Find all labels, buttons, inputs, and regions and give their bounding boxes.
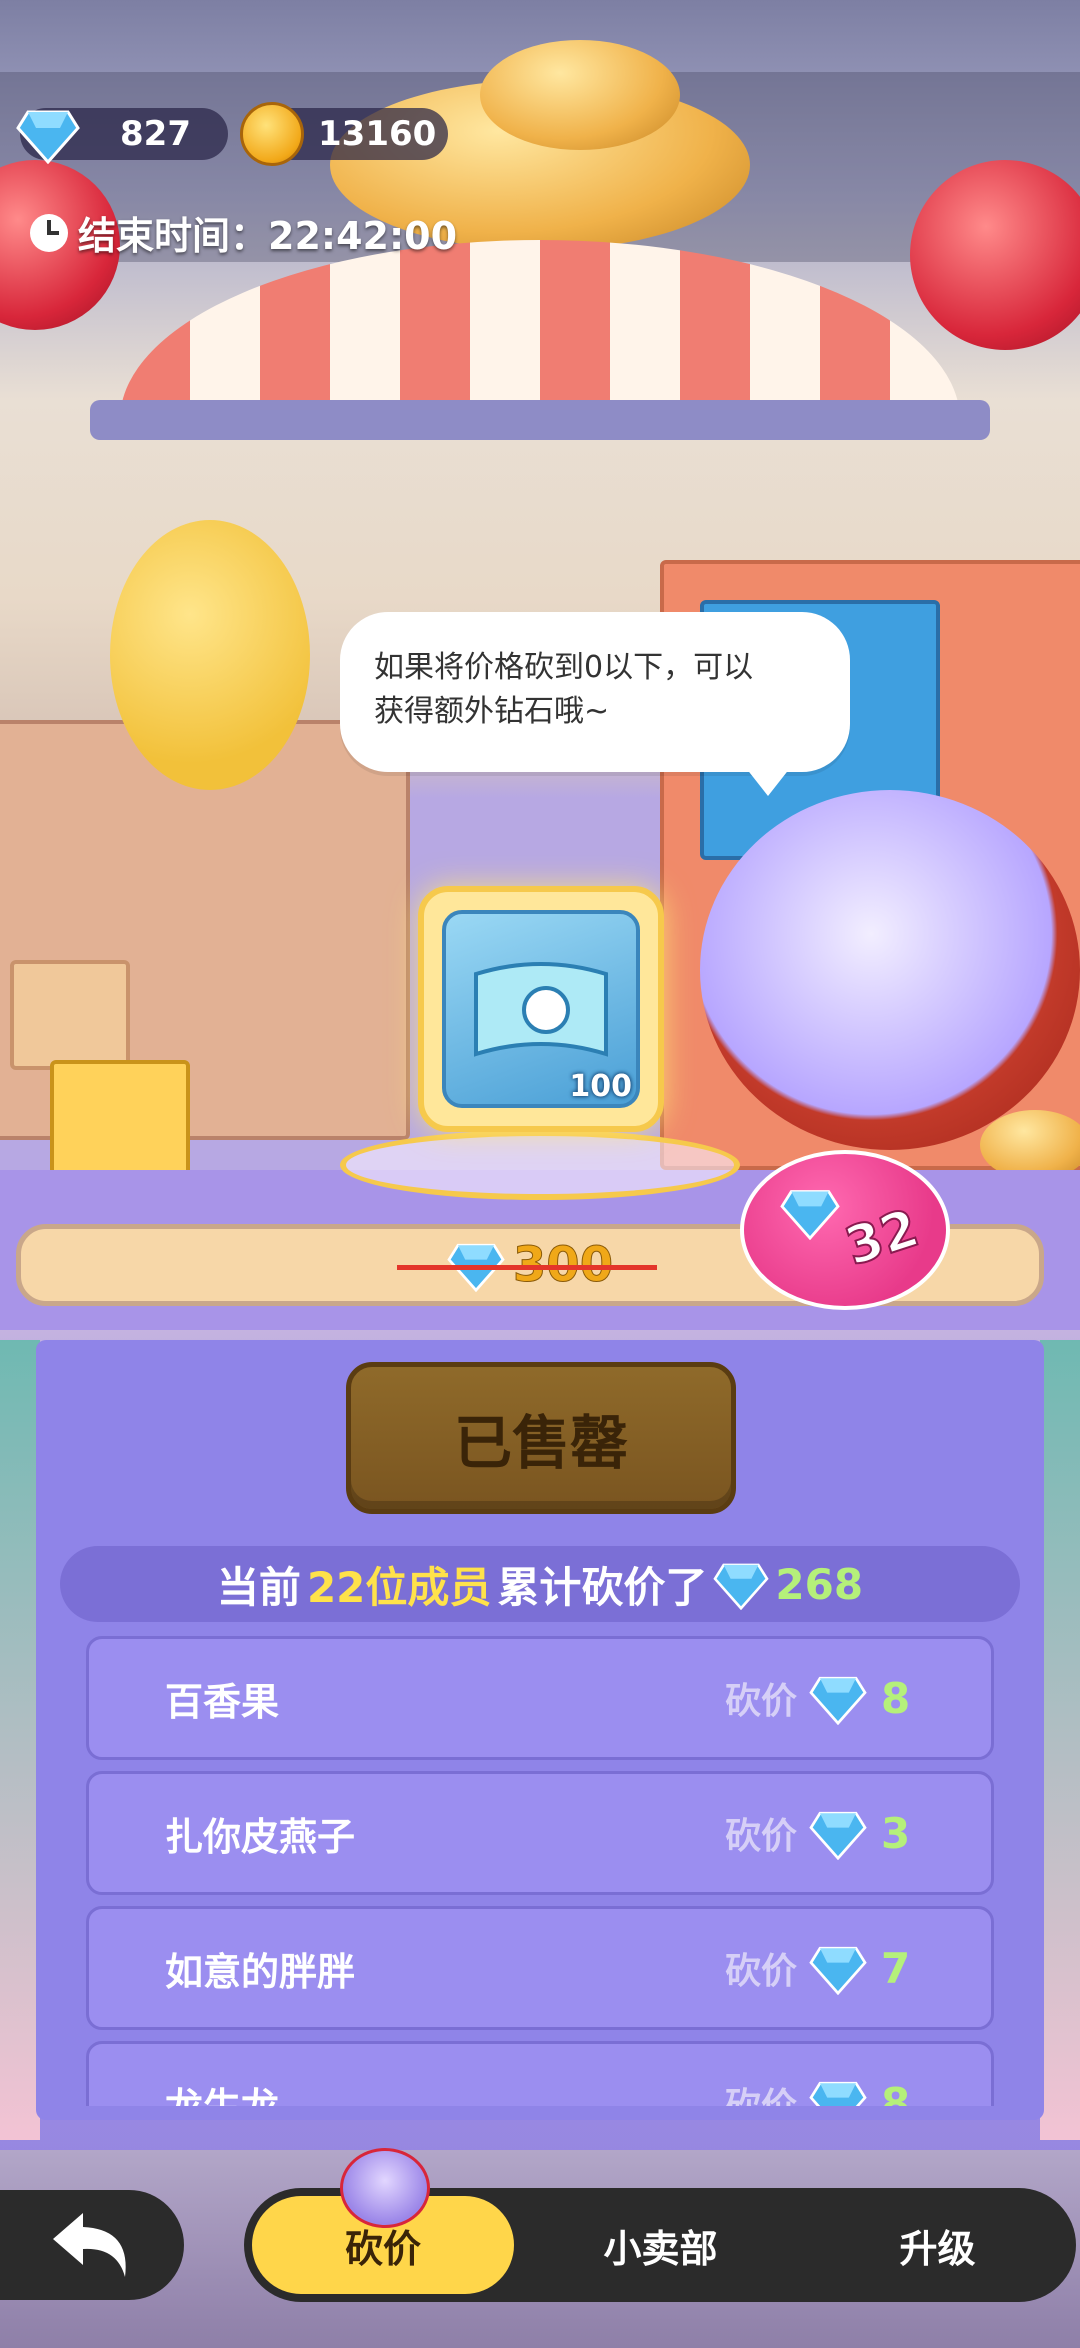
summary-prefix: 当前 (216, 1562, 301, 1612)
sheep-avatar-icon (340, 2148, 430, 2228)
cut-amount: 7 (881, 1943, 911, 1993)
cut-amount: 8 (881, 1673, 911, 1723)
gem-icon (16, 104, 80, 164)
sheep-shopkeeper-character (700, 790, 1080, 1150)
panel-side-left (0, 1340, 40, 2140)
pear-character-decoration (110, 520, 310, 790)
event-end-time: 结束时间：22:42:00 (30, 205, 457, 260)
back-button[interactable] (0, 2190, 184, 2300)
tab-upgrade[interactable]: 升级 (799, 2188, 1076, 2302)
lantern-right-decoration (910, 160, 1080, 350)
hint-speech-bubble: 如果将价格砍到0以下，可以 获得额外钻石哦~ (340, 612, 850, 796)
item-quantity: 100 (569, 1069, 632, 1104)
panel-side-right (1040, 1340, 1080, 2140)
summary-total: 268 (775, 1559, 864, 1609)
bargain-summary: 当前 22位成员 累计砍价了 268 (60, 1546, 1020, 1622)
gem-balance-value: 827 (120, 114, 191, 154)
list-item: 扎你皮燕子 砍价 3 (86, 1771, 994, 1895)
summary-member-count: 22位成员 (306, 1562, 492, 1612)
cut-label: 砍价 (724, 1951, 797, 1992)
item-pedestal (340, 1130, 740, 1200)
member-name: 龙生龙 (165, 2076, 725, 2107)
cut-amount: 8 (881, 2078, 911, 2107)
end-time-text: 结束时间：22:42:00 (78, 214, 458, 258)
awning-rail (90, 400, 990, 440)
list-item: 如意的胖胖 砍价 7 (86, 1906, 994, 2030)
gem-icon (809, 2081, 867, 2106)
member-name: 如意的胖胖 (165, 1949, 356, 1994)
coin-add-icon[interactable] (240, 102, 304, 166)
list-item: 龙生龙 砍价 8 (86, 2041, 994, 2106)
summary-middle: 累计砍价了 (497, 1562, 708, 1612)
strikethrough-line (396, 1265, 658, 1270)
cut-label: 砍价 (724, 1681, 797, 1722)
list-item: 百香果 砍价 8 (86, 1636, 994, 1760)
current-price-value: 32 (838, 1197, 927, 1278)
hint-line-1: 如果将价格砍到0以下，可以 (374, 650, 754, 685)
clock-icon (30, 213, 68, 252)
original-price: 300 (396, 1237, 658, 1294)
back-arrow-icon (53, 2213, 126, 2277)
gem-icon (809, 1676, 867, 1725)
bargain-list[interactable]: 百香果 砍价 8 扎你皮燕子 砍价 3 如意的胖胖 砍价 7 龙生龙 砍价 8 (86, 1636, 994, 2106)
hint-line-2: 获得额外钻石哦~ (374, 694, 610, 729)
cut-amount: 3 (881, 1808, 911, 1858)
member-name: 扎你皮燕子 (165, 1814, 356, 1859)
mystery-box-1 (10, 960, 130, 1070)
member-name: 百香果 (165, 1679, 280, 1724)
gold-ingot-small-decoration (480, 40, 680, 150)
cut-label: 砍价 (725, 2077, 797, 2106)
coin-balance-value: 13160 (318, 114, 437, 154)
cut-label: 砍价 (724, 1816, 797, 1857)
gem-icon (809, 1811, 867, 1860)
striped-awning (120, 240, 960, 420)
gem-icon (809, 1946, 867, 1995)
current-price-badge: 32 (740, 1150, 950, 1310)
gem-icon (780, 1190, 840, 1240)
tab-shop[interactable]: 小卖部 (522, 2188, 799, 2302)
gem-icon (713, 1563, 770, 1610)
sold-out-button[interactable]: 已售罄 (346, 1362, 736, 1514)
item-card[interactable]: 100 (418, 886, 664, 1132)
